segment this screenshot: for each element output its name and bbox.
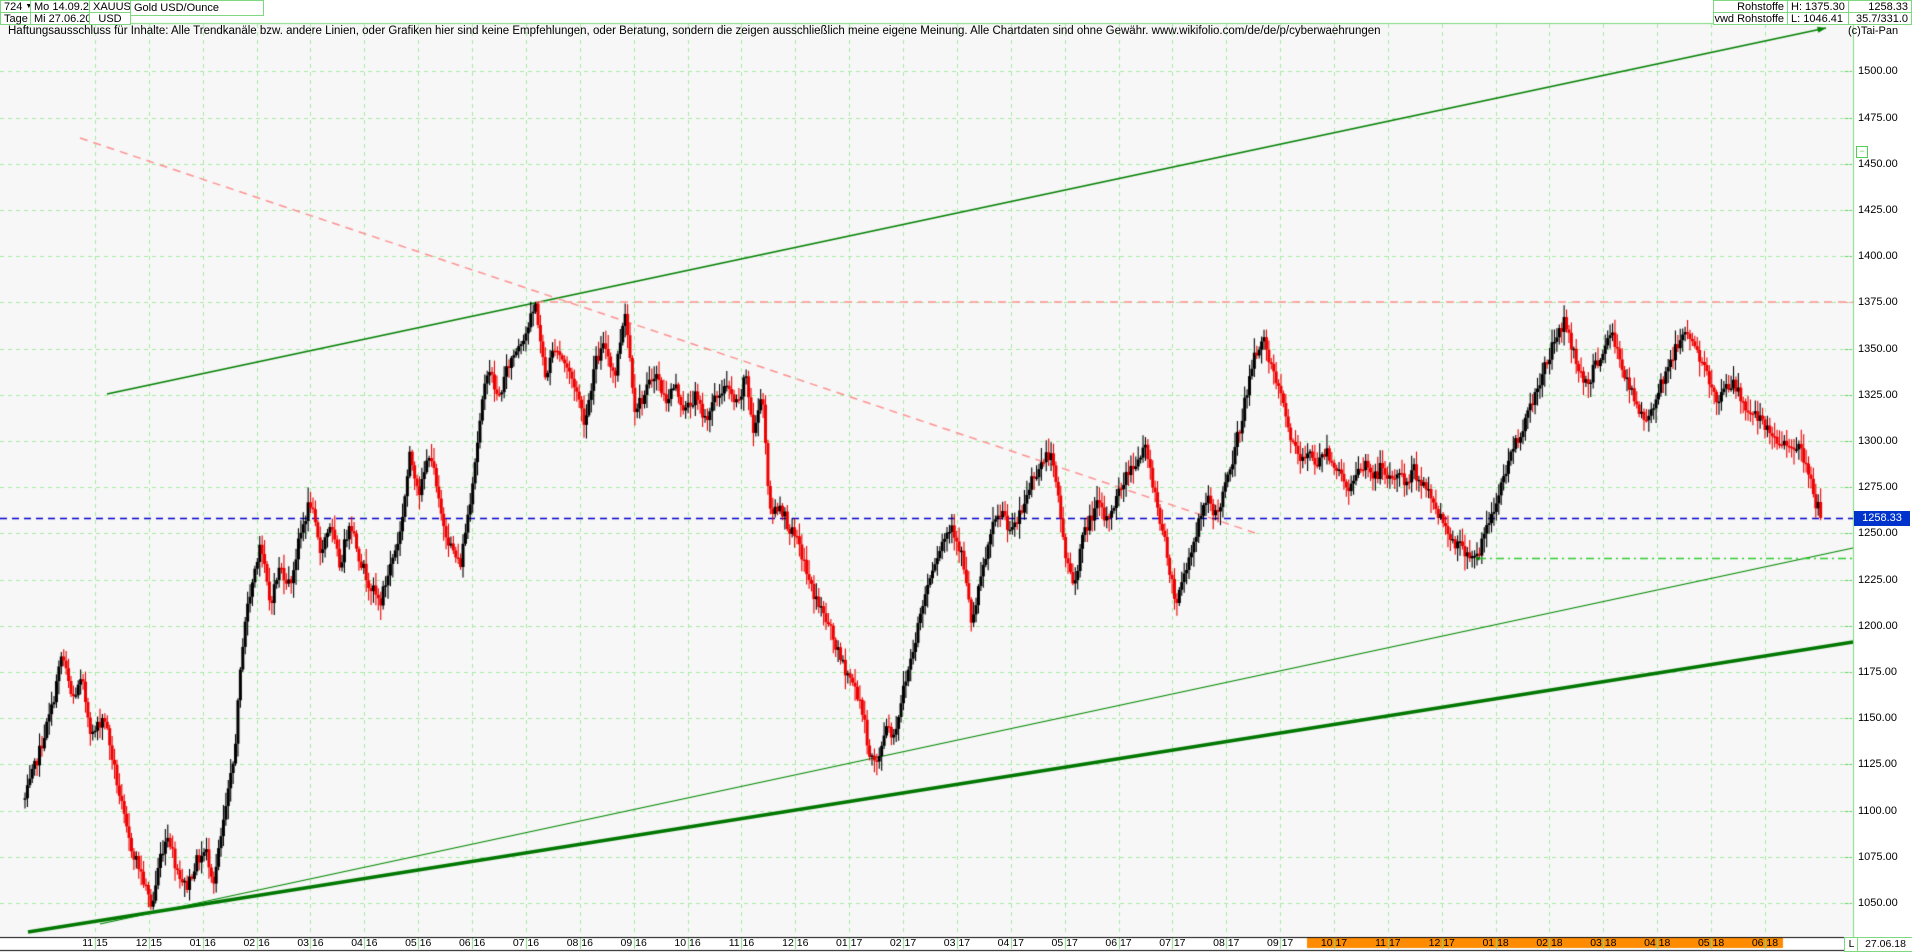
- price-axis-label: 1250.00: [1858, 527, 1910, 539]
- copyright-label: (c)Tai-Pan: [1848, 25, 1898, 37]
- range-info-cell: 35.7/331.0: [1848, 12, 1912, 25]
- price-axis-label: 1500.00: [1858, 65, 1910, 77]
- month-axis-label: 05 16: [396, 937, 440, 949]
- price-axis-label: 1050.00: [1858, 897, 1910, 909]
- price-axis-label: 1200.00: [1858, 620, 1910, 632]
- month-axis-label: 08 16: [558, 937, 602, 949]
- price-axis-label: 1375.00: [1858, 296, 1910, 308]
- month-axis-label: 06 16: [450, 937, 494, 949]
- price-chart-canvas[interactable]: [0, 0, 1912, 952]
- month-axis-label: 04 18: [1635, 937, 1679, 949]
- high-value: H: 1375.30: [1791, 1, 1845, 13]
- month-axis-label: 09 17: [1258, 937, 1302, 949]
- price-axis-label: 1075.00: [1858, 851, 1910, 863]
- timeframe-dropdown[interactable]: Tage ▼: [0, 12, 31, 25]
- month-axis-label: 04 16: [342, 937, 386, 949]
- month-axis-label: 07 16: [504, 937, 548, 949]
- month-axis-label: 12 17: [1420, 937, 1464, 949]
- disclaimer-text: Haftungsausschluss für Inhalte: Alle Tre…: [8, 25, 1381, 37]
- price-axis-label: 1300.00: [1858, 435, 1910, 447]
- price-axis-label: 1475.00: [1858, 112, 1910, 124]
- month-axis-label: 03 18: [1581, 937, 1625, 949]
- price-axis-label: 1225.00: [1858, 574, 1910, 586]
- month-axis-label: 12 16: [773, 937, 817, 949]
- low-cell: L: 1046.41: [1787, 12, 1849, 25]
- provider-value: vwd Rohstoffe: [1714, 13, 1784, 25]
- price-axis-label: 1275.00: [1858, 481, 1910, 493]
- month-axis-label: 05 17: [1043, 937, 1087, 949]
- month-axis-label: 01 16: [181, 937, 225, 949]
- low-value: L: 1046.41: [1791, 13, 1843, 25]
- month-axis-label: 02 17: [881, 937, 925, 949]
- price-axis-label: 1350.00: [1858, 343, 1910, 355]
- provider-cell: vwd Rohstoffe: [1713, 12, 1788, 25]
- month-axis-label: 01 17: [827, 937, 871, 949]
- month-axis-label: 10 16: [666, 937, 710, 949]
- month-axis-label: 11 15: [73, 937, 117, 949]
- price-axis-label: 1400.00: [1858, 250, 1910, 262]
- range-info-value: 35.7/331.0: [1856, 13, 1908, 25]
- last-value: 1258.33: [1868, 1, 1908, 13]
- last-price-badge: 1258.33: [1854, 511, 1910, 526]
- instrument-name: Gold USD/Ounce: [134, 2, 219, 14]
- month-axis-label: 02 18: [1527, 937, 1571, 949]
- price-axis-label: 1125.00: [1858, 758, 1910, 770]
- month-axis-label: 12 15: [127, 937, 171, 949]
- collapse-icon[interactable]: −: [1856, 146, 1868, 158]
- price-axis-label: 1150.00: [1858, 712, 1910, 724]
- instrument-name-cell: Gold USD/Ounce: [130, 0, 264, 16]
- month-axis-label: 06 18: [1743, 937, 1787, 949]
- last-date-cell: 27.06.18: [1857, 937, 1912, 952]
- month-axis-label: 08 17: [1204, 937, 1248, 949]
- price-axis-label: 1425.00: [1858, 204, 1910, 216]
- month-axis-label: 05 18: [1689, 937, 1733, 949]
- month-axis-label: 03 16: [288, 937, 332, 949]
- month-axis-label: 11 17: [1366, 937, 1410, 949]
- month-axis-label: 07 17: [1150, 937, 1194, 949]
- month-axis-label: 06 17: [1097, 937, 1141, 949]
- month-axis-label: 09 16: [612, 937, 656, 949]
- month-axis-label: 02 16: [235, 937, 279, 949]
- period-count-value: 724: [4, 1, 22, 13]
- month-axis-label: 01 18: [1474, 937, 1518, 949]
- end-date-field[interactable]: Mi 27.06.2018: [30, 12, 90, 25]
- price-axis-label: 1450.00: [1858, 158, 1910, 170]
- timeframe-value: Tage: [4, 13, 28, 25]
- month-axis-label: 04 17: [989, 937, 1033, 949]
- month-axis-label: 10 17: [1312, 937, 1356, 949]
- month-axis-label: 03 17: [935, 937, 979, 949]
- price-axis-label: 1325.00: [1858, 389, 1910, 401]
- month-axis-label: 11 16: [719, 937, 763, 949]
- currency-value: USD: [98, 13, 121, 25]
- currency-cell: USD: [89, 12, 131, 25]
- category-value: Rohstoffe: [1737, 1, 1784, 13]
- price-axis-label: 1100.00: [1858, 805, 1910, 817]
- price-axis-label: 1175.00: [1858, 666, 1910, 678]
- chart-window: 724 ▼ Mo 14.09.2015 XAUUSD Gold USD/Ounc…: [0, 0, 1912, 952]
